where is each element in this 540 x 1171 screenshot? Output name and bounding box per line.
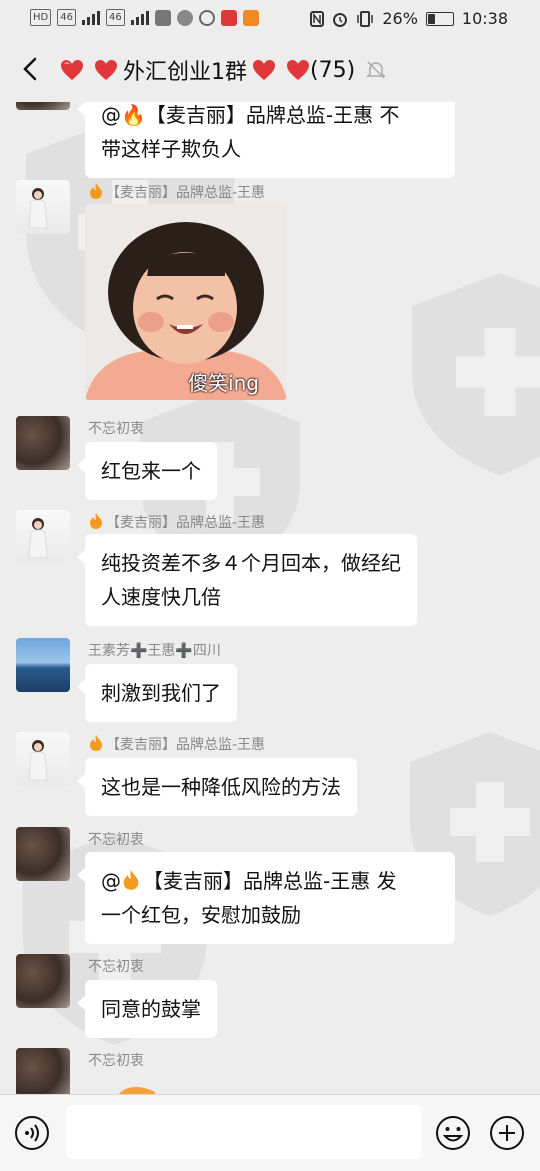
mute-bell-icon — [366, 61, 386, 79]
avatar-bu-wang-chu-zhong[interactable] — [16, 954, 70, 1008]
message-text-line: 纯投资差不多４个月回本，做经纪 — [101, 551, 401, 575]
avatar-bu-wang-chu-zhong[interactable] — [16, 1048, 70, 1094]
partial-emoji-icon — [118, 1086, 155, 1094]
message-bubble[interactable]: 红包来一个 — [77, 442, 217, 500]
sender-name: 【麦吉丽】品牌总监-王惠 — [88, 182, 265, 202]
sender-name: 【麦吉丽】品牌总监-王惠 — [88, 734, 265, 754]
avatar-bu-wang-chu-zhong[interactable] — [16, 827, 70, 881]
battery-percent: 26% — [382, 9, 418, 28]
message-text-line: @🔥【麦吉丽】品牌总监-王惠 不 — [101, 103, 400, 127]
app-notification-icon-2 — [176, 9, 193, 26]
alarm-icon — [333, 12, 348, 27]
sender-name: 【麦吉丽】品牌总监-王惠 — [88, 512, 265, 532]
signal-icon-2 — [130, 10, 149, 25]
message-input[interactable] — [66, 1105, 421, 1159]
network-4g-indicator-2: 46 — [105, 9, 125, 26]
flame-icon — [90, 183, 102, 199]
network-4g-indicator: 46 — [57, 9, 76, 26]
sender-name-text: 【麦吉丽】品牌总监-王惠 — [106, 515, 266, 531]
chat-title[interactable]: 外汇创业1群 (75) — [55, 54, 387, 86]
message-bubble[interactable]: 这也是一种降低风险的方法 — [77, 758, 357, 816]
input-bar — [0, 1094, 540, 1171]
chat-title-text: 外汇创业1群 — [123, 60, 247, 85]
chat-header: 外汇创业1群 (75) — [0, 38, 540, 102]
watermark-shield-icon-2 — [412, 273, 540, 476]
app-notification-icon-5 — [242, 9, 259, 26]
status-bar: HD 46 46 26% 10:38 — [0, 0, 540, 38]
emoji-icon[interactable] — [435, 1115, 471, 1151]
message-bubble[interactable]: @🔥【麦吉丽】品牌总监-王惠 不 带这样子欺负人 — [77, 102, 455, 178]
sender-name: 不忘初衷 — [88, 421, 144, 437]
sender-name-text: 【麦吉丽】品牌总监-王惠 — [106, 737, 266, 753]
sender-name-text: 【麦吉丽】品牌总监-王惠 — [106, 185, 266, 201]
sender-name: 不忘初衷 — [88, 959, 144, 975]
message-bubble[interactable]: @ 【麦吉丽】品牌总监-王惠 发 一个红包，安慰加鼓励 — [77, 852, 455, 944]
message-text-line: 一个红包，安慰加鼓励 — [101, 903, 301, 927]
person-photo-icon — [28, 188, 48, 229]
member-count: (75) — [310, 57, 356, 83]
nfc-icon — [310, 10, 325, 27]
clock: 10:38 — [461, 9, 508, 28]
sticker-caption: 傻笑ing — [188, 371, 259, 395]
flame-icon — [90, 735, 102, 751]
avatar-bu-wang-chu-zhong[interactable] — [16, 102, 70, 110]
message-bubble[interactable]: 刺激到我们了 — [77, 664, 237, 722]
voice-icon[interactable] — [14, 1115, 50, 1151]
message-text-line: 人速度快几倍 — [101, 585, 221, 609]
heart-icon-3 — [253, 60, 275, 80]
mention-text: 【麦吉丽】品牌总监-王惠 发 — [143, 869, 397, 893]
message-text-line: 带这样子欺负人 — [101, 137, 241, 161]
hd-indicator: HD — [30, 9, 52, 26]
back-arrow-icon[interactable] — [18, 56, 44, 82]
avatar-wang-su-fang[interactable] — [16, 638, 70, 692]
avatar-mai-ji-li[interactable] — [16, 510, 70, 564]
app-notification-icon-4 — [220, 9, 237, 26]
avatar-mai-ji-li[interactable] — [16, 732, 70, 786]
sender-name: 王素芳➕王惠➕四川 — [88, 643, 221, 659]
vibrate-icon — [357, 10, 374, 27]
message-bubble[interactable]: 同意的鼓掌 — [77, 980, 217, 1038]
signal-icon — [81, 10, 100, 25]
heart-icon-2 — [95, 60, 117, 80]
battery-icon — [425, 11, 454, 26]
avatar-mai-ji-li[interactable] — [16, 180, 70, 234]
sender-name: 不忘初衷 — [88, 1053, 144, 1069]
person-photo-icon — [28, 740, 48, 781]
app-notification-icon-3 — [198, 9, 215, 26]
person-photo-icon — [28, 518, 48, 559]
heart-icon-4 — [287, 60, 309, 80]
sender-name: 不忘初衷 — [88, 832, 144, 848]
heart-icon — [61, 60, 83, 80]
plus-icon[interactable] — [489, 1115, 525, 1151]
message-list[interactable]: @🔥【麦吉丽】品牌总监-王惠 不 带这样子欺负人 【麦吉丽】品牌总监-王惠 傻笑… — [0, 102, 540, 1094]
flame-icon — [123, 870, 139, 890]
message-text-line: @ 【麦吉丽】品牌总监-王惠 发 — [101, 869, 397, 893]
app-notification-icon — [154, 9, 171, 26]
status-right-icons: 26% 10:38 — [310, 9, 508, 28]
status-left-icons: HD 46 46 — [30, 9, 259, 26]
avatar-bu-wang-chu-zhong[interactable] — [16, 416, 70, 470]
message-bubble[interactable]: 纯投资差不多４个月回本，做经纪 人速度快几倍 — [77, 534, 417, 626]
flame-icon — [90, 513, 102, 529]
sticker-image[interactable]: 傻笑ing — [85, 204, 287, 400]
